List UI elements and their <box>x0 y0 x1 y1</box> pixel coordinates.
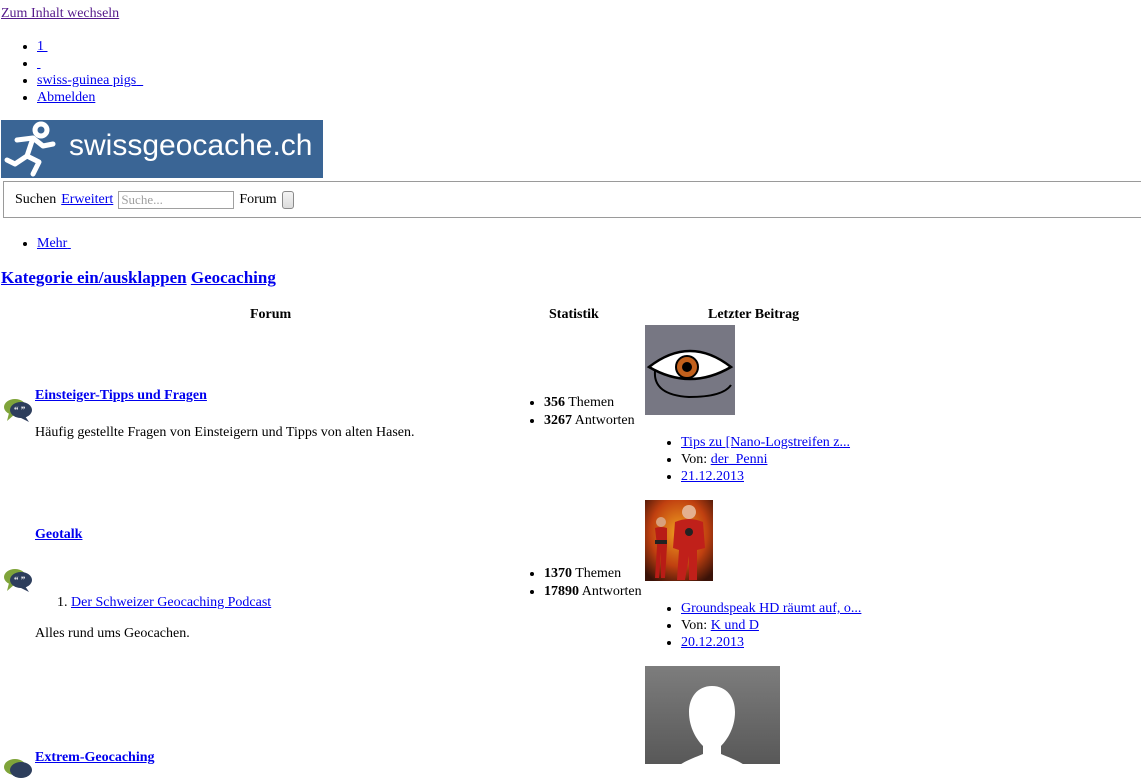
forum-stats: 1370 Themen 17890 Antworten <box>544 565 642 601</box>
forum-description: Häufig gestellte Fragen von Einsteigern … <box>35 425 415 440</box>
category-title-link[interactable]: Geocaching <box>191 268 276 287</box>
eye-avatar-icon <box>645 325 735 415</box>
more-menu-item: Mehr <box>37 236 71 252</box>
last-post-author-link[interactable]: K und D <box>711 618 759 633</box>
more-link[interactable]: Mehr <box>37 236 71 251</box>
last-post-title-link[interactable]: Groundspeak HD räumt auf, o... <box>681 601 861 616</box>
top-nav-item-messages <box>37 55 143 72</box>
last-post-author-link[interactable]: der_Penni <box>711 452 768 467</box>
top-nav: 1 swiss-guinea pigs Abmelden <box>37 38 143 106</box>
topics-count: 356 Themen <box>544 394 635 412</box>
runner-logo-icon <box>4 121 56 177</box>
forum-title-link[interactable]: Einsteiger-Tipps und Fragen <box>35 388 207 404</box>
superhero-avatar-icon <box>645 500 713 581</box>
default-avatar-icon <box>645 666 780 764</box>
logout-link[interactable]: Abmelden <box>37 90 95 105</box>
more-menu: Mehr <box>37 236 71 252</box>
user-profile-link[interactable]: swiss-guinea pigs <box>37 73 143 88</box>
last-post-title-link[interactable]: Tips zu [Nano-Logstreifen z... <box>681 435 850 450</box>
forum-speech-bubble-icon: “ ” <box>4 569 32 592</box>
search-label: Suchen <box>15 192 57 207</box>
last-post-author-item: Von: der_Penni <box>681 451 850 468</box>
forum-description: Alles rund ums Geocachen. <box>35 626 190 641</box>
default-silhouette-avatar[interactable] <box>645 666 780 764</box>
advanced-search-link[interactable]: Erweitert <box>61 192 113 208</box>
logo-text: swissgeocache.ch <box>69 129 313 162</box>
last-post-date-item: 20.12.2013 <box>681 634 861 651</box>
top-nav-item-notifications: 1 <box>37 38 143 55</box>
forum-speech-bubble-icon <box>4 759 32 778</box>
category-toggle-link[interactable]: Kategorie ein/ausklappen <box>1 268 187 287</box>
forum-title-link[interactable]: Geotalk <box>35 527 82 543</box>
forum-stats: 356 Themen 3267 Antworten <box>544 394 635 430</box>
svg-text:“ ”: “ ” <box>14 575 26 585</box>
top-nav-item-user: swiss-guinea pigs <box>37 72 143 89</box>
last-post-title-item: Groundspeak HD räumt auf, o... <box>681 600 861 617</box>
last-post-date-item: 21.12.2013 <box>681 468 850 485</box>
forum-speech-bubble-icon: “ ” <box>4 399 32 422</box>
replies-count: 17890 Antworten <box>544 583 642 601</box>
column-header-last-post: Letzter Beitrag <box>708 307 800 322</box>
replies-count: 3267 Antworten <box>544 412 635 430</box>
last-post: Tips zu [Nano-Logstreifen z... Von: der_… <box>681 434 850 485</box>
last-post-author-item: Von: K und D <box>681 617 861 634</box>
last-post-date-link[interactable]: 20.12.2013 <box>681 635 744 650</box>
notifications-link[interactable]: 1 <box>37 39 48 54</box>
topics-count: 1370 Themen <box>544 565 642 583</box>
subforum-item: Der Schweizer Geocaching Podcast <box>71 595 271 611</box>
column-header-stats: Statistik <box>549 307 599 322</box>
subforum-link[interactable]: Der Schweizer Geocaching Podcast <box>71 595 271 610</box>
search-scope-label: Forum <box>239 192 277 207</box>
last-post-date-link[interactable]: 21.12.2013 <box>681 469 744 484</box>
eye-avatar[interactable] <box>645 325 735 415</box>
superhero-avatar[interactable] <box>645 500 713 581</box>
subforum-list: Der Schweizer Geocaching Podcast <box>35 595 271 611</box>
site-logo[interactable]: swissgeocache.ch <box>1 120 323 178</box>
skip-to-content-link[interactable]: Zum Inhalt wechseln <box>1 6 119 22</box>
last-post: Groundspeak HD räumt auf, o... Von: K un… <box>681 600 861 651</box>
top-nav-item-logout: Abmelden <box>37 89 143 106</box>
category-header: Kategorie ein/ausklappen Geocaching <box>1 268 276 288</box>
search-bar: Suchen Erweitert Forum <box>3 181 1141 218</box>
search-input[interactable] <box>118 191 235 209</box>
messages-link[interactable] <box>37 56 41 71</box>
svg-text:“ ”: “ ” <box>14 405 26 415</box>
column-header-forum: Forum <box>250 307 292 322</box>
search-submit-button[interactable] <box>281 191 294 209</box>
last-post-title-item: Tips zu [Nano-Logstreifen z... <box>681 434 850 451</box>
